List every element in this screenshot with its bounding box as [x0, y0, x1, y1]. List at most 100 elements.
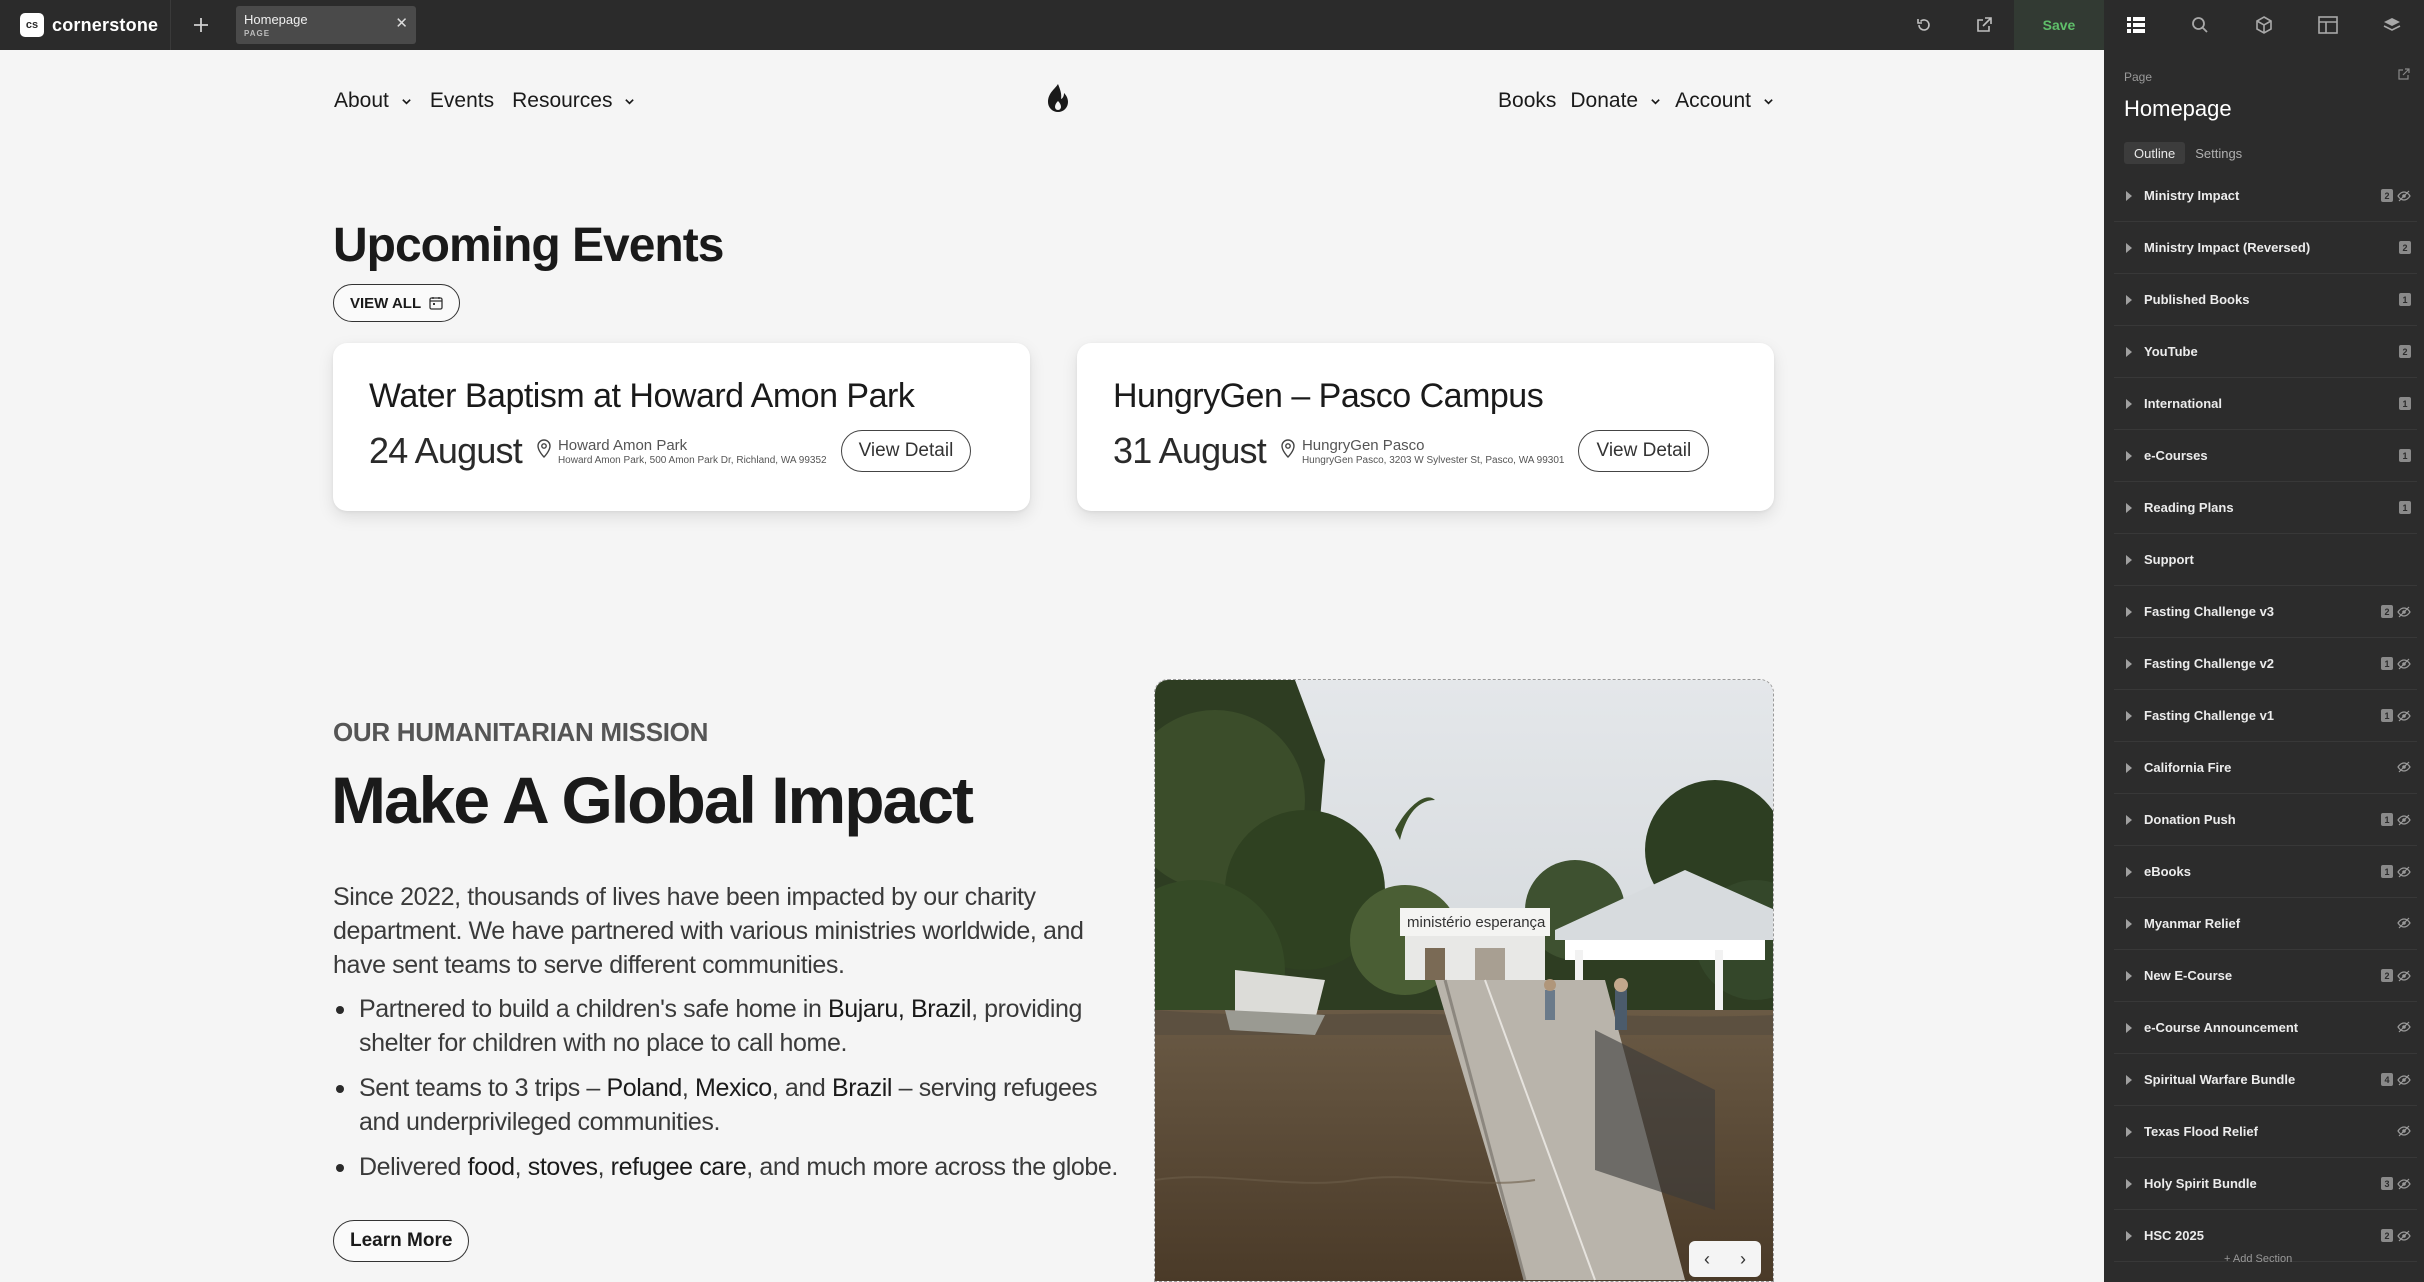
nav-about[interactable]: About	[334, 89, 412, 113]
page-tab-homepage[interactable]: Homepage PAGE ✕	[236, 6, 416, 44]
caret-right-icon[interactable]	[2126, 1022, 2132, 1033]
mission-photo[interactable]: ministério esperança	[1154, 679, 1774, 1282]
site-nav: About Events Resources Books Donate Acco…	[334, 80, 1774, 122]
site-logo[interactable]	[1038, 81, 1078, 121]
outline-section-row[interactable]: e-Course Announcement	[2114, 1002, 2417, 1054]
outline-section-row[interactable]: Fasting Challenge v2 1	[2114, 638, 2417, 690]
caret-right-icon[interactable]	[2126, 190, 2132, 201]
list-item: Delivered food, stoves, refugee care, an…	[333, 1150, 1133, 1184]
eye-off-icon[interactable]	[2397, 970, 2411, 982]
outline-section-row[interactable]: Reading Plans 1	[2114, 482, 2417, 534]
layout-tab[interactable]	[2296, 0, 2360, 50]
close-tab-icon[interactable]: ✕	[395, 14, 408, 32]
nav-books[interactable]: Books	[1498, 89, 1556, 113]
caret-right-icon[interactable]	[2126, 294, 2132, 305]
eye-off-icon[interactable]	[2397, 1230, 2411, 1242]
caret-right-icon[interactable]	[2126, 866, 2132, 877]
view-all-button[interactable]: VIEW ALL	[333, 284, 461, 322]
bullet-bold: food	[467, 1153, 515, 1181]
outline-section-row[interactable]: California Fire	[2114, 742, 2417, 794]
outline-section-row[interactable]: New E-Course 2	[2114, 950, 2417, 1002]
save-button[interactable]: Save	[2014, 0, 2104, 50]
brand-name: cornerstone	[52, 14, 159, 35]
caret-right-icon[interactable]	[2126, 1178, 2132, 1189]
bullet-text: Sent teams to 3 trips –	[359, 1074, 607, 1102]
eye-off-icon[interactable]	[2397, 1021, 2411, 1033]
search-tab[interactable]	[2168, 0, 2232, 50]
section-name: HSC 2025	[2144, 1228, 2204, 1243]
caret-right-icon[interactable]	[2126, 606, 2132, 617]
cornerstone-logo: cs	[20, 13, 44, 37]
outline-section-row[interactable]: YouTube 2	[2114, 326, 2417, 378]
map-pin-icon	[1281, 438, 1295, 458]
eye-off-icon[interactable]	[2397, 606, 2411, 618]
outline-section-row[interactable]: Donation Push 1	[2114, 794, 2417, 846]
outline-section-row[interactable]: Fasting Challenge v3 2	[2114, 586, 2417, 638]
outline-section-row[interactable]: Spiritual Warfare Bundle 4	[2114, 1054, 2417, 1106]
eye-off-icon[interactable]	[2397, 814, 2411, 826]
caret-right-icon[interactable]	[2126, 1074, 2132, 1085]
list-item: Partnered to build a children's safe hom…	[333, 992, 1133, 1060]
caret-right-icon[interactable]	[2126, 450, 2132, 461]
outline-section-row[interactable]: eBooks 1	[2114, 846, 2417, 898]
outline-section-row[interactable]: Fasting Challenge v1 1	[2114, 690, 2417, 742]
outline-section-row[interactable]: Support	[2114, 534, 2417, 586]
outline-section-row[interactable]: Ministry Impact (Reversed) 2	[2114, 222, 2417, 274]
elements-tab[interactable]	[2232, 0, 2296, 50]
eye-off-icon[interactable]	[2397, 1178, 2411, 1190]
eye-off-icon[interactable]	[2397, 761, 2411, 773]
preview-button[interactable]	[1954, 0, 2014, 50]
learn-more-button[interactable]: Learn More	[333, 1220, 470, 1262]
outline-section-row[interactable]: Published Books 1	[2114, 274, 2417, 326]
caret-right-icon[interactable]	[2126, 970, 2132, 981]
nav-donate[interactable]: Donate	[1570, 89, 1661, 113]
chevron-right-icon[interactable]: ›	[1740, 1249, 1746, 1270]
event-card[interactable]: Water Baptism at Howard Amon Park 24 Aug…	[333, 343, 1030, 511]
eye-off-icon[interactable]	[2397, 1074, 2411, 1086]
outline-section-row[interactable]: Texas Flood Relief	[2114, 1106, 2417, 1158]
layers-tab[interactable]	[2360, 0, 2424, 50]
outline-section-row[interactable]: e-Courses 1	[2114, 430, 2417, 482]
caret-right-icon[interactable]	[2126, 762, 2132, 773]
caret-right-icon[interactable]	[2126, 1230, 2132, 1241]
tab-settings[interactable]: Settings	[2185, 142, 2252, 164]
nav-account[interactable]: Account	[1675, 89, 1774, 113]
caret-right-icon[interactable]	[2126, 242, 2132, 253]
external-link-icon[interactable]	[2398, 68, 2410, 80]
nav-events[interactable]: Events	[430, 89, 494, 113]
outline-section-row[interactable]: International 1	[2114, 378, 2417, 430]
add-page-button[interactable]	[170, 0, 230, 50]
tab-outline[interactable]: Outline	[2124, 142, 2186, 164]
eye-off-icon[interactable]	[2397, 1125, 2411, 1137]
eye-off-icon[interactable]	[2397, 917, 2411, 929]
view-detail-button[interactable]: View Detail	[840, 430, 972, 472]
eye-off-icon[interactable]	[2397, 866, 2411, 878]
caret-right-icon[interactable]	[2126, 918, 2132, 929]
eye-off-icon[interactable]	[2397, 658, 2411, 670]
outline-section-row[interactable]: Myanmar Relief	[2114, 898, 2417, 950]
eye-off-icon[interactable]	[2397, 190, 2411, 202]
section-badges: 1	[2395, 449, 2411, 462]
caret-right-icon[interactable]	[2126, 554, 2132, 565]
add-section-button[interactable]: + Add Section	[2224, 1253, 2292, 1265]
caret-right-icon[interactable]	[2126, 398, 2132, 409]
caret-right-icon[interactable]	[2126, 346, 2132, 357]
caret-right-icon[interactable]	[2126, 502, 2132, 513]
event-card[interactable]: HungryGen – Pasco Campus 31 August Hungr…	[1077, 343, 1774, 511]
nav-resources[interactable]: Resources	[512, 89, 635, 113]
outline-section-row[interactable]: Ministry Impact 2	[2114, 170, 2417, 222]
chevron-left-icon[interactable]: ‹	[1704, 1249, 1710, 1270]
caret-right-icon[interactable]	[2126, 710, 2132, 721]
caret-right-icon[interactable]	[2126, 658, 2132, 669]
page-canvas[interactable]: About Events Resources Books Donate Acco…	[0, 50, 2104, 1282]
caret-right-icon[interactable]	[2126, 1126, 2132, 1137]
outline-tab[interactable]	[2104, 0, 2168, 50]
undo-button[interactable]	[1894, 0, 1954, 50]
brand[interactable]: cs cornerstone	[0, 0, 170, 50]
view-detail-button[interactable]: View Detail	[1578, 430, 1710, 472]
eye-off-icon[interactable]	[2397, 710, 2411, 722]
section-badges: 1	[2395, 397, 2411, 410]
caret-right-icon[interactable]	[2126, 814, 2132, 825]
chevron-down-icon	[402, 98, 411, 105]
outline-section-row[interactable]: Holy Spirit Bundle 3	[2114, 1158, 2417, 1210]
